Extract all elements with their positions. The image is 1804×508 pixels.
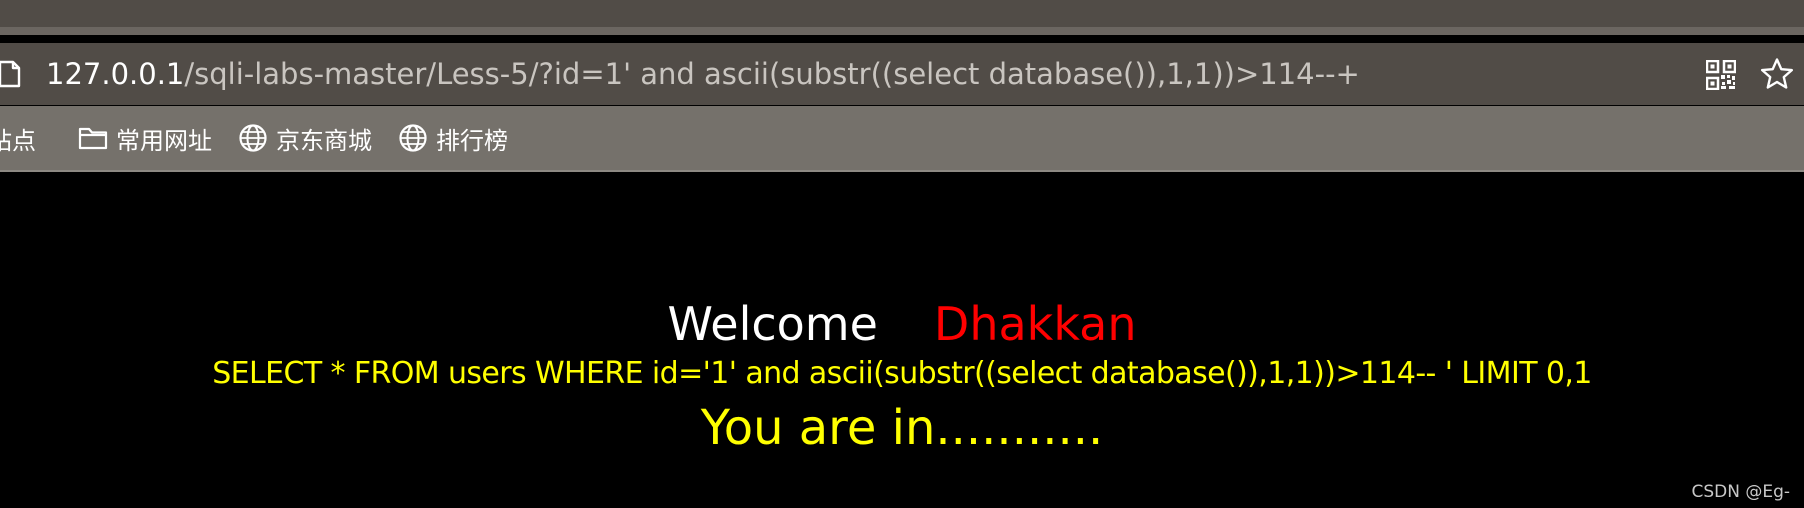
bookmark-common-sites[interactable]: 常用网址: [78, 122, 212, 155]
star-icon[interactable]: [1760, 57, 1794, 91]
user-name: Dhakkan: [933, 297, 1137, 351]
folder-icon: [78, 127, 108, 150]
bookmark-label: 京东商城: [276, 126, 372, 155]
bookmark-label: 常用网址: [116, 126, 212, 155]
bookmark-jd-mall[interactable]: 京东商城: [238, 122, 372, 155]
result-message: You are in...........: [700, 400, 1104, 456]
bookmark-rankings[interactable]: 排行榜: [398, 122, 508, 155]
sql-query-text: SELECT * FROM users WHERE id='1' and asc…: [212, 356, 1592, 391]
watermark: CSDN @Eg-: [1691, 482, 1790, 502]
address-bar[interactable]: 127.0.0.1/sqli-labs-master/Less-5/?id=1'…: [0, 43, 1804, 105]
welcome-line: Welcome Dhakkan: [0, 296, 1804, 352]
page-content: Welcome Dhakkan SELECT * FROM users WHERE…: [0, 172, 1804, 508]
url-host: 127.0.0.1: [46, 57, 185, 91]
bookmark-label: 站点: [0, 126, 36, 155]
bookmark-label: 排行榜: [436, 126, 508, 155]
url-text[interactable]: 127.0.0.1/sqli-labs-master/Less-5/?id=1'…: [46, 55, 1360, 93]
welcome-text: Welcome: [667, 297, 878, 351]
globe-icon: [399, 124, 427, 152]
globe-icon: [239, 124, 267, 152]
page-icon: [0, 60, 21, 88]
url-path: /sqli-labs-master/Less-5/?id=1' and asci…: [184, 57, 1360, 91]
browser-tab-strip: [0, 0, 1804, 35]
bookmarks-bar: 站点 常用网址 京东商城 排行榜: [0, 106, 1804, 172]
bookmark-sites[interactable]: 站点: [0, 122, 36, 155]
qr-code-icon[interactable]: [1706, 60, 1736, 90]
tab-strip-divider: [0, 27, 1804, 35]
